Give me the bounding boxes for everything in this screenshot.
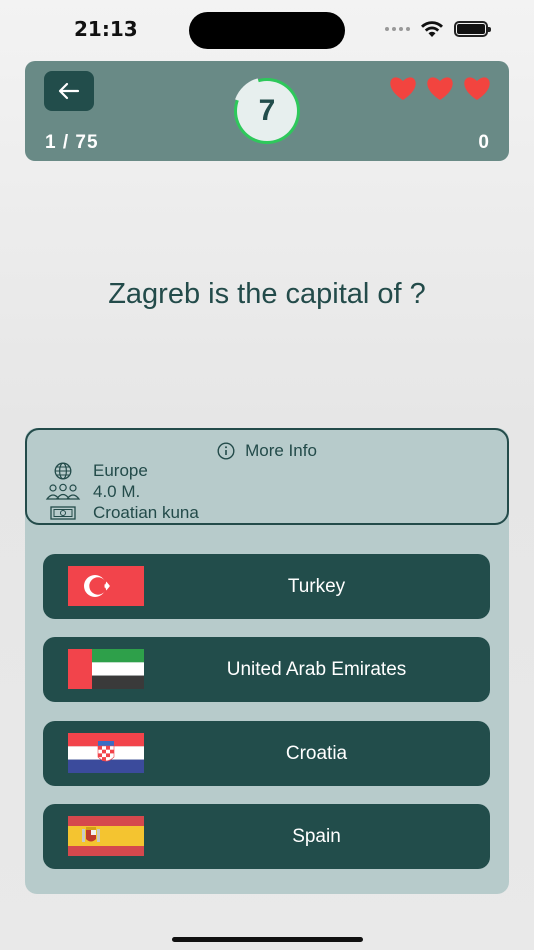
currency-value: Croatian kuna <box>93 503 199 522</box>
dynamic-island <box>189 12 345 49</box>
battery-icon <box>454 21 491 37</box>
heart-icon <box>427 77 453 100</box>
answer-option-spain[interactable]: Spain <box>43 804 490 869</box>
uae-flag-icon <box>68 649 144 689</box>
status-bar: 21:13 <box>0 0 534 58</box>
continent-value: Europe <box>93 461 148 480</box>
question-text: Zagreb is the capital of ? <box>108 278 426 310</box>
answer-label: United Arab Emirates <box>226 658 407 680</box>
people-icon <box>45 483 81 500</box>
lives <box>389 75 491 101</box>
answer-label: Croatia <box>285 742 348 764</box>
answer-label: Spain <box>292 825 341 847</box>
home-indicator <box>172 937 363 942</box>
answers-panel: More Info Europe 4.0 M. Croatian kuna Tu… <box>25 428 509 894</box>
answer-option-croatia[interactable]: Croatia <box>43 721 490 786</box>
continent-row: Europe <box>45 461 148 481</box>
status-time: 21:13 <box>74 17 138 41</box>
globe-icon <box>54 462 72 480</box>
score: 0 <box>478 132 489 153</box>
answer-label: Turkey <box>287 575 346 597</box>
info-icon <box>217 442 235 460</box>
spain-flag-icon <box>68 816 144 856</box>
question-progress: 1 / 75 <box>45 132 99 153</box>
population-value: 4.0 M. <box>93 482 141 501</box>
status-icons <box>385 20 491 38</box>
countdown-timer: 7 <box>227 77 307 145</box>
banknote-icon <box>50 506 76 520</box>
heart-icon <box>464 77 490 100</box>
turkey-flag-icon <box>68 566 144 606</box>
currency-row: Croatian kuna <box>45 503 199 523</box>
more-info-title: More Info <box>27 441 507 461</box>
population-row: 4.0 M. <box>45 482 140 502</box>
answer-option-turkey[interactable]: Turkey <box>43 554 490 619</box>
answer-option-uae[interactable]: United Arab Emirates <box>43 637 490 702</box>
back-button[interactable] <box>44 71 94 111</box>
more-info-label: More Info <box>245 441 317 460</box>
signal-icon <box>385 27 410 31</box>
heart-icon <box>390 77 416 100</box>
arrow-left-icon <box>58 82 80 100</box>
game-header: 7 1 / 75 0 <box>25 61 509 161</box>
croatia-flag-icon <box>68 733 144 773</box>
wifi-icon <box>421 21 443 37</box>
timer-value: 7 <box>258 94 276 127</box>
more-info-card[interactable]: More Info Europe 4.0 M. Croatian kuna <box>25 428 509 525</box>
